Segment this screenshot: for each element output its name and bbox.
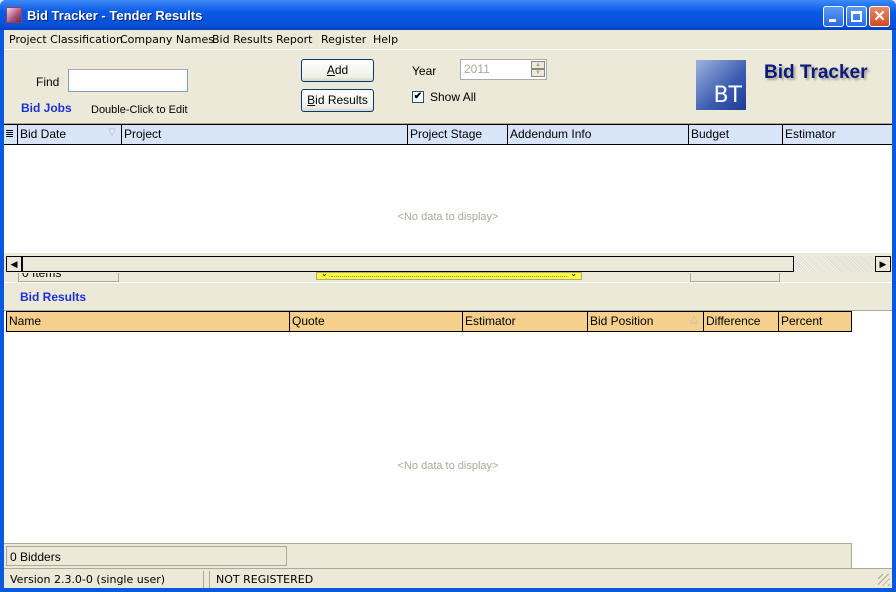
bid-results-accel: B (307, 93, 316, 107)
menu-company-names[interactable]: Company Names (120, 33, 214, 46)
menu-bar: Project Classification Company Names Bid… (4, 30, 892, 50)
column-label: Bid Date (20, 127, 67, 141)
column-header-bid-position[interactable]: Bid Position △ (587, 312, 703, 331)
bid-results-header: Name Quote Estimator Bid Position △ Diffe… (6, 311, 852, 332)
year-spinner[interactable]: 2011 ▲ ▼ (460, 59, 547, 80)
bid-results-section-label: Bid Results (20, 290, 87, 304)
bt-logo: BT (696, 60, 746, 110)
app-icon[interactable] (6, 7, 22, 23)
column-header-name[interactable]: Name (7, 312, 289, 331)
maximize-button[interactable] (846, 6, 867, 27)
bid-results-footer: 0 Bidders (4, 543, 852, 569)
column-header-project[interactable]: Project (121, 125, 407, 144)
column-header-estimator[interactable]: Estimator (782, 125, 892, 144)
sort-desc-icon: ▽ (108, 127, 116, 138)
registration-status: NOT REGISTERED (209, 571, 892, 588)
find-label: Find (36, 75, 60, 89)
client-area: Project Classification Company Names Bid… (4, 30, 892, 588)
menu-report[interactable]: Report (276, 33, 312, 46)
bid-jobs-label: Bid Jobs (21, 101, 72, 115)
menu-project-classification[interactable]: Project Classification (9, 33, 123, 46)
double-click-hint: Double-Click to Edit (91, 104, 188, 116)
separator (4, 282, 892, 283)
title-bar[interactable]: Bid Tracker - Tender Results ✕ (0, 0, 896, 30)
splitter-right-arrow-icon: ⌄ (570, 269, 577, 278)
column-header-percent[interactable]: Percent (778, 312, 851, 331)
bid-results-label: id Results (315, 93, 368, 107)
column-header-project-stage[interactable]: Project Stage (407, 125, 507, 144)
toolbar-panel: Find Bid Jobs Double-Click to Edit Add B… (4, 51, 892, 123)
scrollbar-container: ◀ ▶ (4, 254, 892, 274)
scroll-right-icon[interactable]: ▶ (875, 256, 891, 272)
year-value: 2011 (464, 62, 490, 76)
column-label: Bid Position (590, 314, 654, 328)
minimize-button[interactable] (823, 6, 844, 27)
column-header-quote[interactable]: Quote (289, 312, 462, 331)
checkbox-check-icon[interactable]: ✔ (412, 91, 424, 103)
add-label: dd (334, 63, 349, 77)
column-chooser-icon[interactable]: ≣ (4, 125, 17, 144)
show-all-label: Show All (430, 90, 477, 104)
bid-results-button[interactable]: Bid Results (301, 89, 374, 112)
minimize-icon (829, 19, 836, 22)
menu-bid-results[interactable]: Bid Results (212, 33, 273, 46)
column-header-budget[interactable]: Budget (688, 125, 782, 144)
menu-help[interactable]: Help (373, 33, 398, 46)
scroll-thumb[interactable] (22, 256, 794, 272)
brand-name: Bid Tracker (764, 62, 868, 83)
bid-jobs-grid: ≣ Bid Date ▽ Project Project Stage Addend… (4, 123, 892, 258)
window-title: Bid Tracker - Tender Results (27, 8, 203, 23)
close-button[interactable]: ✕ (869, 6, 890, 27)
bid-results-grid: Name Quote Estimator Bid Position △ Diffe… (4, 310, 892, 569)
scroll-left-icon[interactable]: ◀ (6, 256, 22, 272)
version-status: Version 2.3.0-0 (single user) (4, 571, 204, 588)
column-header-bid-date[interactable]: Bid Date ▽ (17, 125, 121, 144)
bid-jobs-empty-text: <No data to display> (397, 211, 499, 223)
column-header-difference[interactable]: Difference (703, 312, 778, 331)
spin-down-icon[interactable]: ▼ (531, 69, 545, 77)
menu-register[interactable]: Register (321, 33, 366, 46)
add-button[interactable]: Add (301, 59, 374, 82)
resize-grip-icon[interactable] (878, 574, 890, 586)
bidder-count: 0 Bidders (6, 546, 287, 566)
column-header-addendum-info[interactable]: Addendum Info (507, 125, 688, 144)
find-input[interactable] (68, 69, 188, 92)
app-window: Bid Tracker - Tender Results ✕ Project C… (0, 0, 896, 592)
logo-text: BT (713, 83, 742, 108)
year-label: Year (412, 64, 437, 78)
bid-results-empty-text: <No data to display> (397, 460, 499, 472)
add-accel: A (326, 63, 335, 77)
scroll-track[interactable] (794, 256, 874, 272)
spin-up-icon[interactable]: ▲ (531, 61, 545, 69)
splitter-left-arrow-icon: ⌄ (321, 269, 328, 278)
splitter-handle[interactable]: ⌄ ⌄ (316, 269, 582, 280)
status-bar: Version 2.3.0-0 (single user) NOT REGIST… (4, 568, 892, 588)
column-header-estimator[interactable]: Estimator (462, 312, 587, 331)
bid-jobs-header: ≣ Bid Date ▽ Project Project Stage Addend… (4, 124, 892, 145)
sort-asc-icon: △ (690, 314, 698, 325)
maximize-icon (851, 11, 862, 22)
year-spin-buttons: ▲ ▼ (531, 61, 545, 78)
splitter-dots (331, 276, 567, 277)
close-icon: ✕ (873, 8, 886, 25)
